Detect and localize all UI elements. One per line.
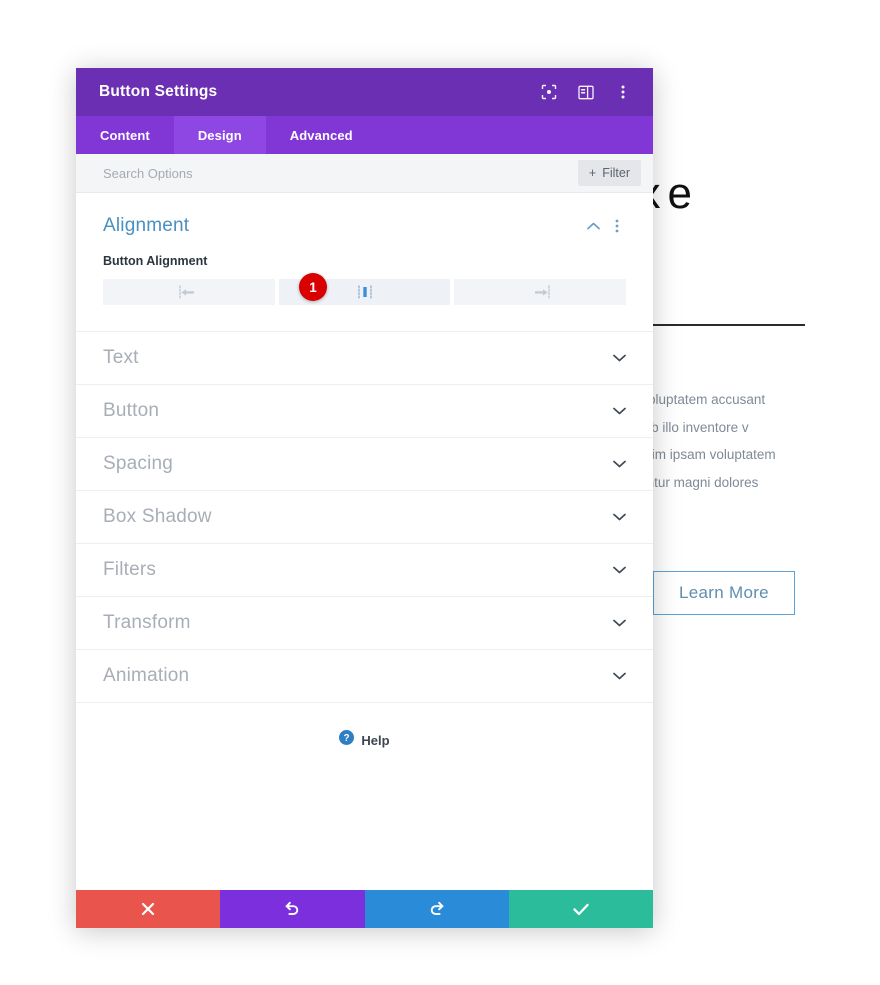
section-box-shadow[interactable]: Box Shadow	[76, 491, 653, 544]
section-animation-label: Animation	[103, 665, 190, 686]
focus-target-icon[interactable]	[540, 84, 557, 101]
tab-design[interactable]: Design	[173, 116, 266, 154]
tab-content[interactable]: Content	[76, 116, 174, 154]
section-more-vertical-icon[interactable]	[608, 217, 626, 235]
chevron-down-icon	[613, 354, 626, 362]
undo-icon	[284, 901, 300, 917]
section-animation[interactable]: Animation	[76, 650, 653, 703]
align-left-option[interactable]	[103, 279, 275, 305]
modal-tabs: Content Design Advanced	[76, 116, 653, 154]
section-text[interactable]: Text	[76, 332, 653, 385]
search-input[interactable]	[103, 165, 578, 181]
section-box-shadow-label: Box Shadow	[103, 506, 212, 527]
section-button[interactable]: Button	[76, 385, 653, 438]
page-title: Button Settings	[99, 83, 218, 100]
button-alignment-control: 1	[103, 273, 627, 305]
section-transform-label: Transform	[103, 612, 191, 633]
close-icon	[141, 902, 155, 916]
section-filters[interactable]: Filters	[76, 544, 653, 597]
chevron-down-icon	[613, 619, 626, 627]
chevron-up-icon[interactable]	[584, 217, 602, 235]
section-alignment-header[interactable]: Alignment	[103, 215, 626, 237]
filter-button[interactable]: + Filter	[577, 160, 641, 186]
section-spacing[interactable]: Spacing	[76, 438, 653, 491]
search-bar: + Filter	[76, 154, 653, 193]
plus-icon: +	[588, 166, 597, 180]
filter-button-label: Filter	[602, 166, 630, 180]
more-vertical-icon[interactable]	[614, 84, 631, 101]
chevron-down-icon	[613, 460, 626, 468]
help-link[interactable]: ? Help	[76, 703, 653, 750]
panel-layout-icon[interactable]	[577, 84, 594, 101]
button-alignment-label: Button Alignment	[103, 254, 208, 268]
help-circle-icon: ?	[339, 730, 355, 750]
section-filters-label: Filters	[103, 559, 157, 580]
section-alignment: Alignment Button Alignment 1	[76, 193, 653, 332]
align-right-option[interactable]	[454, 279, 627, 305]
section-text-label: Text	[103, 347, 139, 368]
tab-advanced[interactable]: Advanced	[266, 116, 377, 154]
section-transform[interactable]: Transform	[76, 597, 653, 650]
header-icon-group	[540, 84, 631, 101]
modal-body[interactable]: Alignment Button Alignment 1 Text Button…	[76, 193, 653, 890]
chevron-down-icon	[613, 566, 626, 574]
chevron-down-icon	[613, 672, 626, 680]
cancel-button[interactable]	[76, 890, 221, 928]
section-spacing-label: Spacing	[103, 453, 174, 474]
modal-header: Button Settings	[76, 68, 653, 116]
chevron-down-icon	[613, 407, 626, 415]
section-alignment-title: Alignment	[103, 215, 190, 236]
undo-button[interactable]	[220, 890, 365, 928]
section-button-label: Button	[103, 400, 160, 421]
redo-button[interactable]	[364, 890, 509, 928]
svg-text:?: ?	[344, 733, 350, 744]
check-icon	[573, 903, 589, 916]
help-label: Help	[361, 732, 390, 748]
status-badge: 1	[299, 273, 327, 301]
modal-footer	[76, 890, 653, 928]
chevron-down-icon	[613, 513, 626, 521]
button-settings-modal: Button Settings Content Design Advanced …	[76, 68, 653, 928]
redo-icon	[429, 901, 445, 917]
learn-more-button[interactable]: Learn More	[653, 571, 795, 615]
save-button[interactable]	[508, 890, 653, 928]
